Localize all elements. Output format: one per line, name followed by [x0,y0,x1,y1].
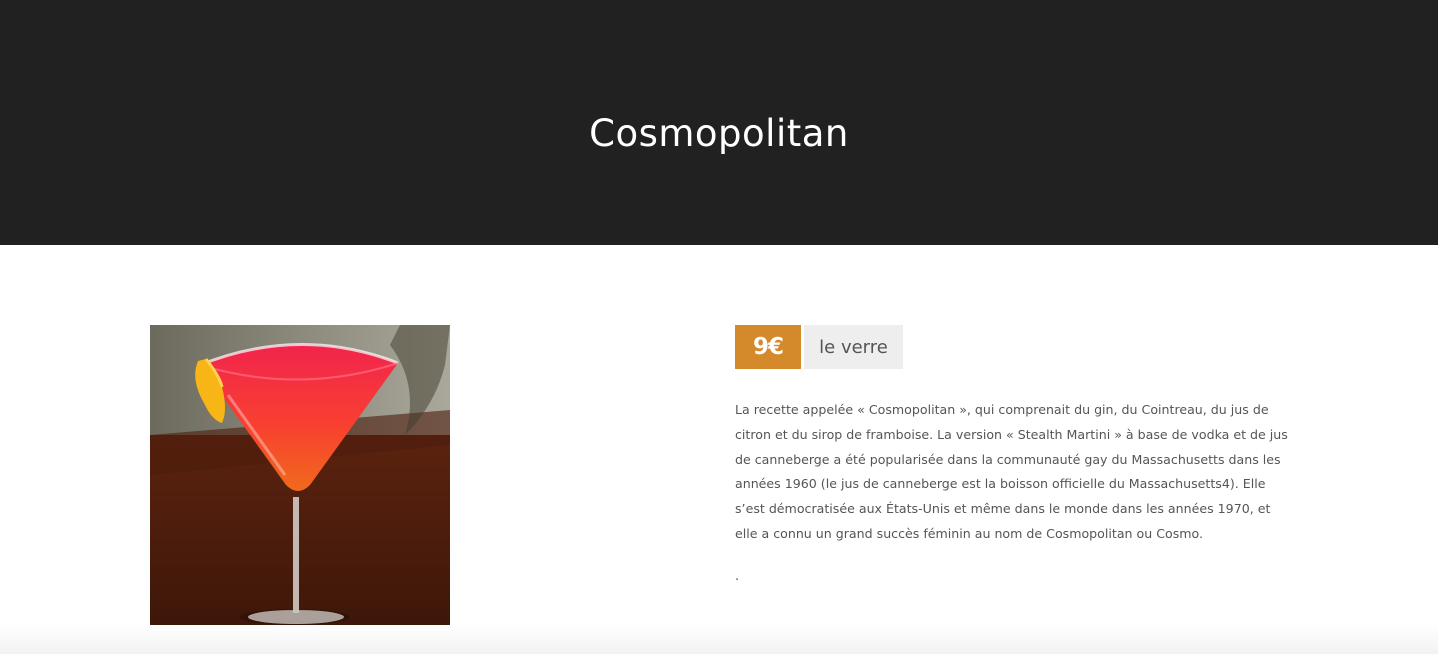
product-image [150,325,450,625]
page-title: Cosmopolitan [589,112,849,155]
page-hero: Cosmopolitan [0,0,1438,245]
price-row: 9€ le verre [735,325,903,369]
product-section: 9€ le verre La recette appelée « Cosmopo… [0,245,1438,654]
price-badge: 9€ [735,325,801,369]
unit-badge: le verre [804,325,903,369]
trailing-text: . [735,569,740,584]
product-description: La recette appelée « Cosmopolitan », qui… [735,402,1288,541]
